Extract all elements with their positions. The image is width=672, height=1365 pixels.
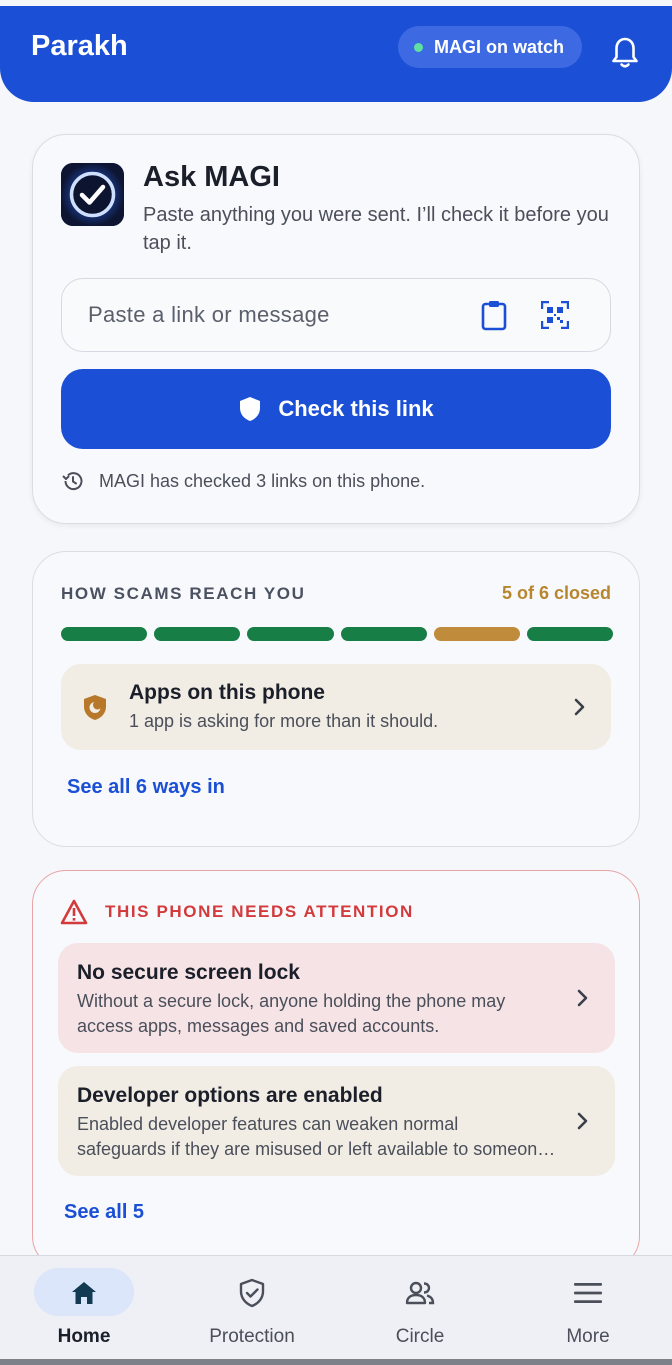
issue-description-line-1: Enabled developer features can weaken no… [77,1114,459,1134]
scam-channels-card: HOW SCAMS REACH YOU 5 of 6 closed Apps o… [32,551,640,847]
nav-circle[interactable]: Circle [336,1256,504,1360]
ask-magi-subtitle: Paste anything you were sent. I’ll check… [143,204,609,254]
apps-title: Apps on this phone [129,681,325,704]
nav-label: More [566,1326,610,1347]
shield-check-icon [239,1278,265,1308]
progress-segment-closed [247,627,334,641]
history-icon [62,472,83,491]
history-text: MAGI has checked 3 links on this phone. [99,470,426,491]
chevron-right-icon [574,698,585,716]
warning-triangle-icon [60,899,88,925]
nav-label: Protection [209,1326,295,1347]
issue-description-line-2: safeguards if they are misused or left a… [77,1139,557,1159]
status-dot [414,42,423,52]
people-icon [405,1281,435,1305]
check-link-button[interactable]: Check this link [61,369,611,449]
closed-count: 5 of 6 closed [501,583,611,603]
see-all-ways-link[interactable]: See all 6 ways in [67,776,225,799]
issue-developer-options[interactable]: Developer options are enabled Enabled de… [58,1066,615,1176]
issue-description: Without a secure lock, anyone holding th… [77,991,506,1036]
home-icon [72,1282,96,1304]
issue-screen-lock[interactable]: No secure screen lock Without a secure l… [58,943,615,1053]
bottom-navigation: Home Protection Circle More [0,1255,672,1359]
link-message-input[interactable] [88,293,448,337]
menu-icon [574,1283,602,1303]
apps-subtitle: 1 app is asking for more than it should. [129,711,439,731]
bell-icon[interactable] [610,36,640,70]
apps-on-phone-row[interactable]: Apps on this phone 1 app is asking for m… [61,664,611,750]
nav-label: Home [57,1326,111,1347]
progress-segment-closed [526,627,614,641]
system-gesture-bar [0,1359,672,1365]
progress-segment-closed [340,627,427,641]
progress-segment-closed [154,627,241,641]
see-all-issues-link[interactable]: See all 5 [64,1201,144,1224]
issue-title: No secure screen lock [77,961,300,984]
qr-scan-icon[interactable] [541,301,569,329]
magi-status-label: MAGI on watch [434,36,564,57]
nav-home[interactable]: Home [0,1256,168,1360]
magi-status-pill[interactable]: MAGI on watch [398,26,582,68]
app-bar: Parakh MAGI on watch [0,6,672,102]
app-title: Parakh [31,30,128,62]
ask-magi-card: Ask MAGI Paste anything you were sent. I… [32,134,640,524]
checkmark-badge-icon [61,163,124,226]
chevron-right-icon [577,1112,588,1130]
attention-title: THIS PHONE NEEDS ATTENTION [105,902,414,921]
issue-title: Developer options are enabled [77,1084,383,1107]
check-history: MAGI has checked 3 links on this phone. [61,469,425,493]
nav-protection[interactable]: Protection [168,1256,336,1360]
clipboard-icon[interactable] [480,299,508,331]
nav-label: Circle [395,1326,445,1347]
shield-warning-icon [84,695,106,720]
check-link-label: Check this link [278,396,434,421]
progress-segment-open [433,627,520,641]
attention-card: THIS PHONE NEEDS ATTENTION No secure scr… [32,870,640,1270]
link-input-container [61,278,611,352]
nav-more[interactable]: More [504,1256,672,1360]
scam-channels-progress [61,627,614,643]
ask-magi-title: Ask MAGI [143,161,280,193]
shield-icon [240,397,261,421]
scam-channels-title: HOW SCAMS REACH YOU [61,584,306,603]
progress-segment-closed [61,627,148,641]
chevron-right-icon [577,989,588,1007]
